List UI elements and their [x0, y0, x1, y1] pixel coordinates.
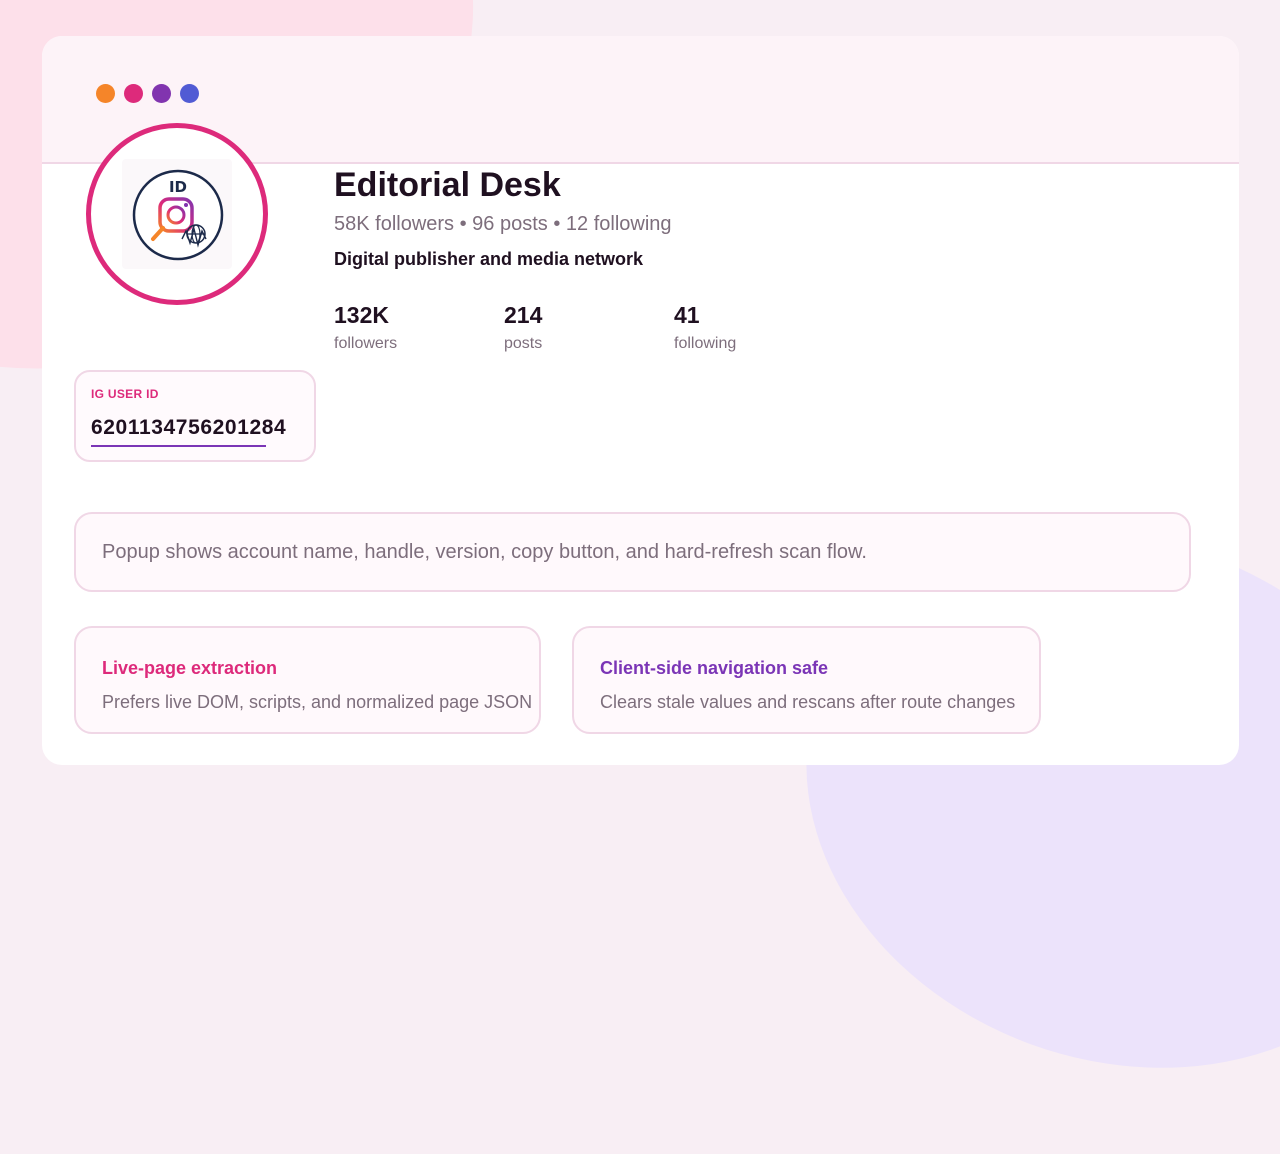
stat-following: 41 following: [674, 302, 824, 353]
orange-dot: [96, 84, 115, 103]
info-note: Popup shows account name, handle, versio…: [74, 512, 1191, 592]
profile-name: Editorial Desk: [334, 166, 561, 204]
info-note-text: Popup shows account name, handle, versio…: [102, 541, 867, 563]
window-dots: [96, 84, 199, 103]
feature-title: Live-page extraction: [102, 658, 278, 678]
feature-description: Clears stale values and rescans after ro…: [600, 692, 1016, 712]
stat-label: posts: [504, 335, 543, 352]
stat-label: followers: [334, 335, 398, 352]
user-id-value[interactable]: 6201134756201284: [91, 416, 286, 440]
user-id-underline: [91, 445, 266, 447]
stat-posts: 214 posts: [504, 302, 654, 353]
stat-followers: 132K followers: [334, 302, 484, 353]
instagram-id-lookup-icon: ID: [122, 159, 232, 269]
user-id-label: IG USER ID: [91, 387, 159, 401]
profile-bio: Digital publisher and media network: [334, 249, 644, 269]
stat-value: 132K: [334, 302, 389, 328]
user-id-card: IG USER ID 6201134756201284: [74, 370, 316, 462]
feature-card-navigation-safe: Client-side navigation safe Clears stale…: [572, 626, 1041, 734]
purple-dot: [152, 84, 171, 103]
avatar-id-text: ID: [169, 178, 187, 196]
feature-description: Prefers live DOM, scripts, and normalize…: [102, 692, 533, 712]
feature-card-live-extraction: Live-page extraction Prefers live DOM, s…: [74, 626, 541, 734]
app-window: ID Editorial Desk 58K followers • 96 pos…: [42, 36, 1239, 765]
stat-value: 41: [674, 302, 700, 328]
stat-value: 214: [504, 302, 543, 328]
pink-dot: [124, 84, 143, 103]
blue-dot: [180, 84, 199, 103]
avatar-logo-svg: ID: [132, 169, 224, 261]
profile-meta: 58K followers • 96 posts • 12 following: [334, 213, 672, 235]
stat-label: following: [674, 335, 737, 352]
profile-avatar: ID: [86, 123, 268, 305]
feature-title: Client-side navigation safe: [600, 658, 829, 678]
